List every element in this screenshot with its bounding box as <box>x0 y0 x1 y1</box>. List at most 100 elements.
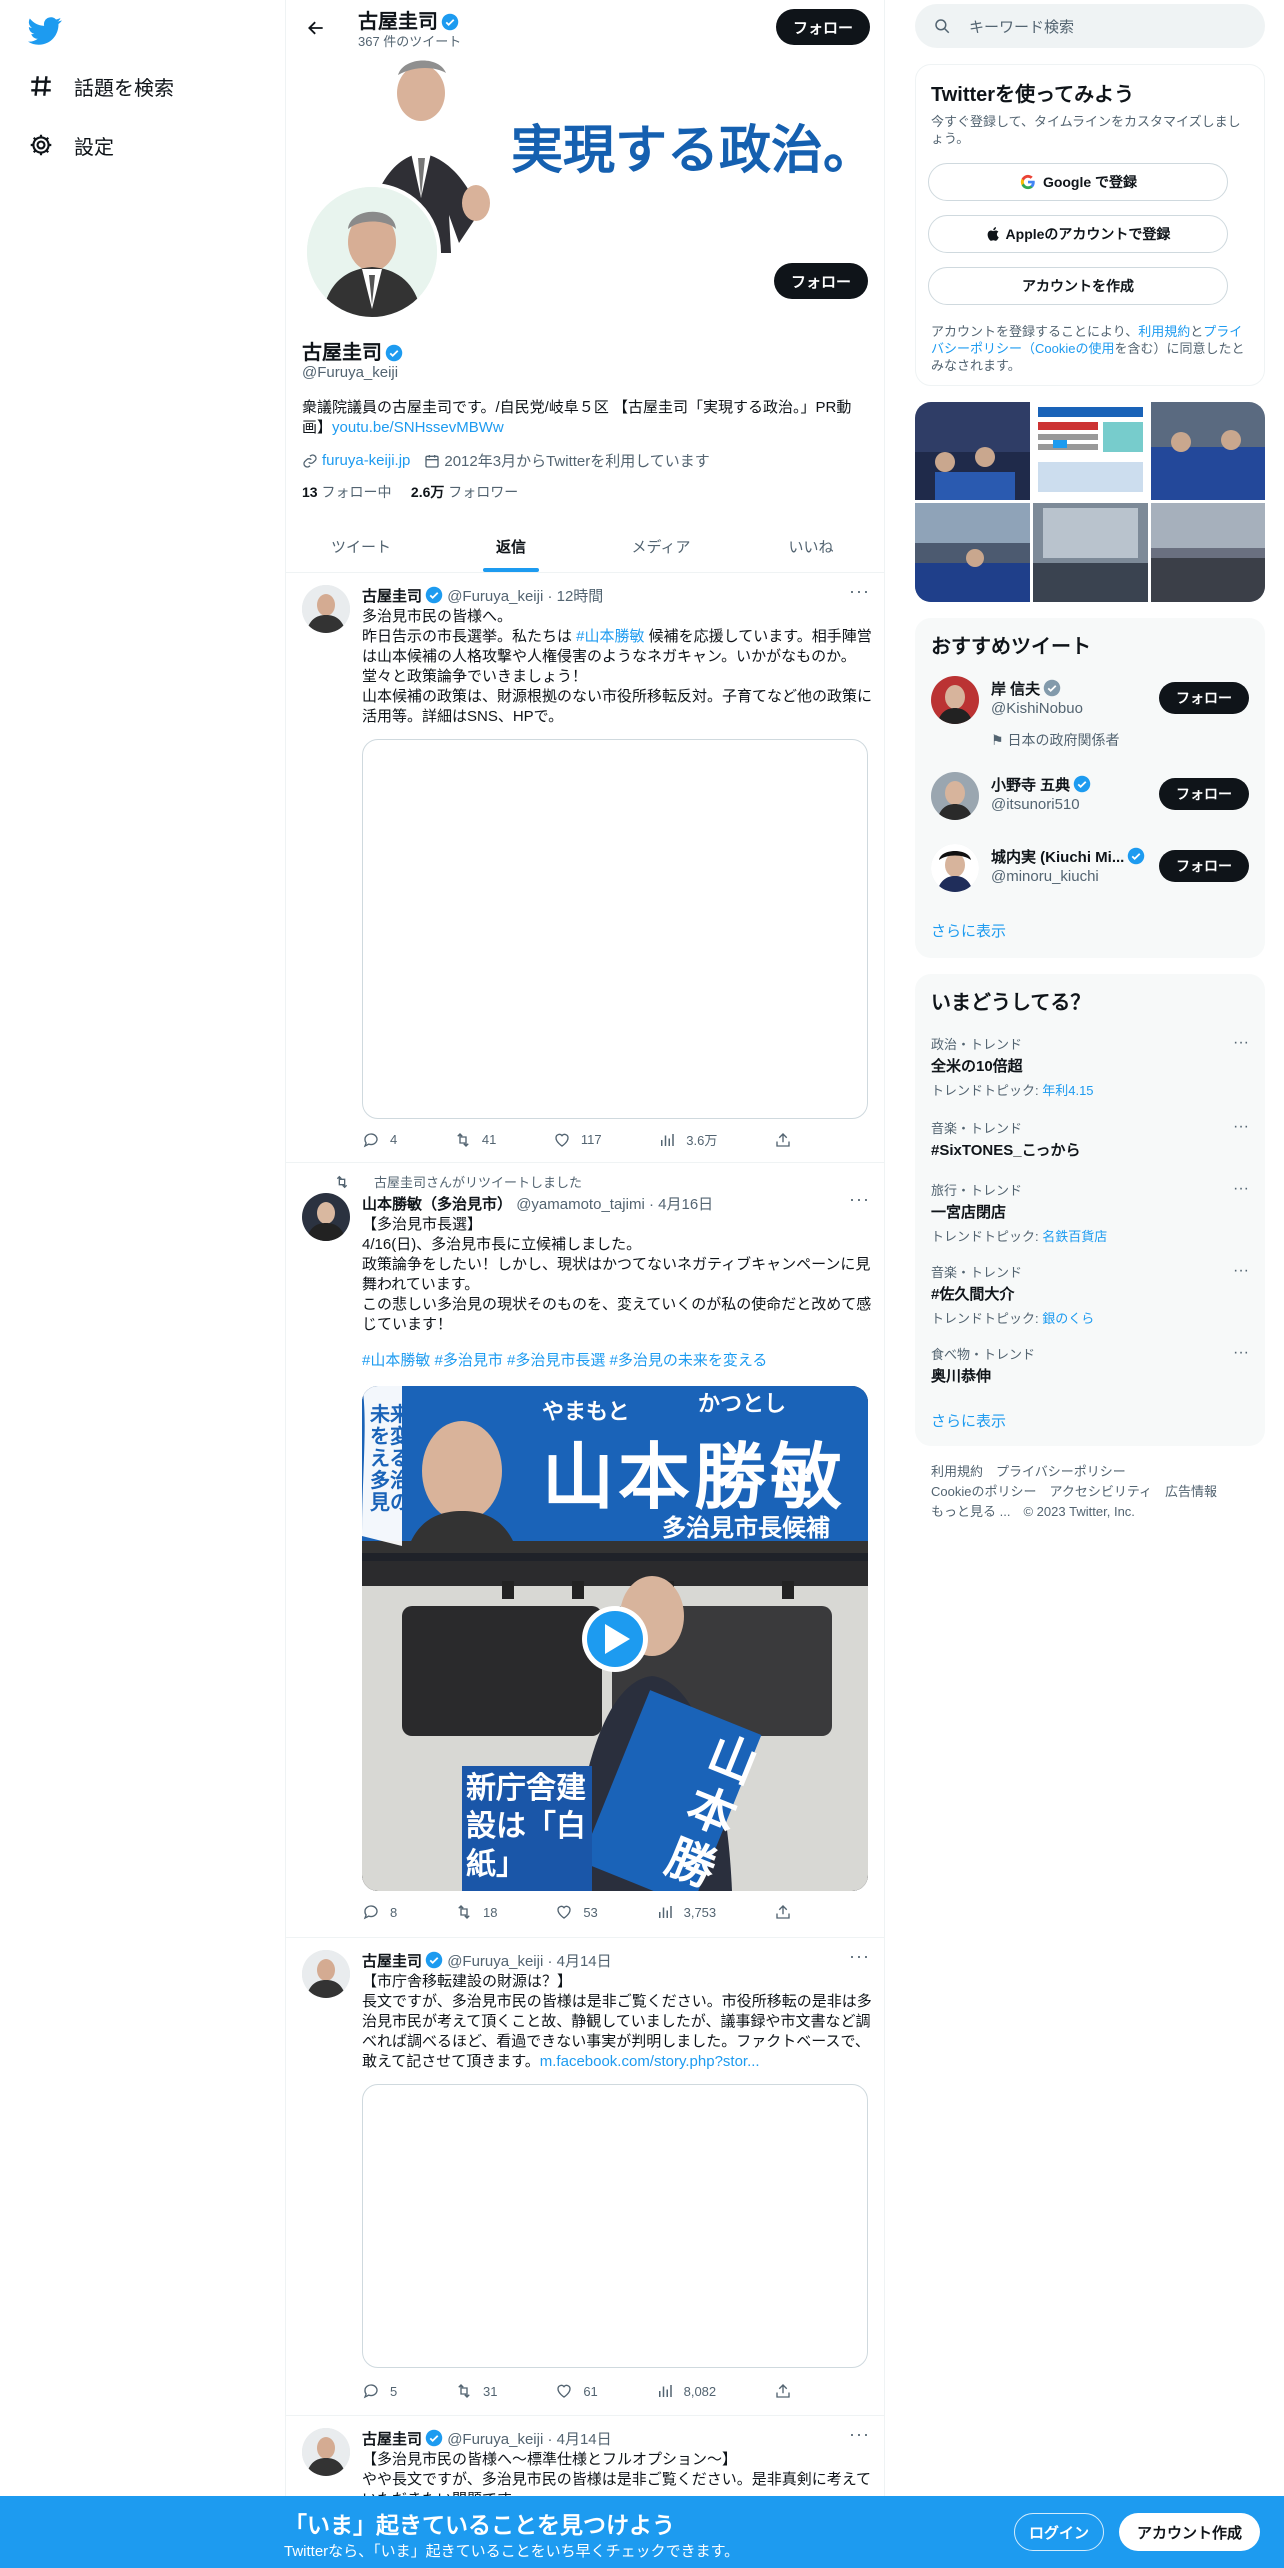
followers-stat[interactable]: 2.6万 フォロワー <box>411 484 518 500</box>
tab-replies[interactable]: 返信 <box>436 520 586 572</box>
search-input[interactable]: キーワード検索 <box>915 4 1265 48</box>
tweet-avatar[interactable] <box>302 585 350 633</box>
facebook-link[interactable]: m.facebook.com/story.php?stor... <box>540 2053 760 2070</box>
avatar[interactable] <box>931 676 979 724</box>
more-icon[interactable]: ··· <box>849 2424 870 2445</box>
more-icon[interactable]: ··· <box>849 1189 870 1210</box>
login-button[interactable]: ログイン <box>1014 2513 1104 2551</box>
share-button[interactable] <box>774 2382 802 2400</box>
google-signup-button[interactable]: Google で登録 <box>928 163 1228 201</box>
create-account-button[interactable]: アカウントを作成 <box>928 267 1228 305</box>
trend-item[interactable]: 政治・トレンド 全米の10倍超 トレンドトピック: 年利4.15 ··· <box>931 1034 1249 1099</box>
bio-link[interactable]: youtu.be/SNHssevMBWw <box>332 419 504 436</box>
tab-likes[interactable]: いいね <box>736 520 884 572</box>
heart-icon <box>557 2384 572 2398</box>
reply-button[interactable]: 8 <box>362 1903 397 1921</box>
profile-name: 古屋圭司 <box>302 336 403 365</box>
views-button[interactable]: 3,753 <box>656 1903 716 1921</box>
nav-settings[interactable]: 設定 <box>28 125 114 165</box>
more-icon[interactable]: ··· <box>1233 1344 1249 1362</box>
suggested-user[interactable]: 岸 信夫 @KishiNobuo フォロー <box>931 676 1249 732</box>
media-thumb[interactable] <box>1151 402 1265 500</box>
reply-button[interactable]: 5 <box>362 2382 397 2400</box>
avatar[interactable] <box>931 772 979 820</box>
tab-tweets[interactable]: ツイート <box>286 520 436 572</box>
verified-badge-icon <box>441 13 459 31</box>
hashtag-links[interactable]: #山本勝敏 #多治見市 #多治見市長選 #多治見の未来を変える <box>362 1352 767 1369</box>
tweet-actions: 4 41 117 3.6万 <box>362 1130 802 1149</box>
suggested-user[interactable]: 小野寺 五典 @itsunori510 フォロー <box>931 772 1249 828</box>
like-button[interactable]: 53 <box>555 1903 598 1921</box>
following-stat[interactable]: 13 フォロー中 <box>302 484 391 500</box>
tab-media[interactable]: メディア <box>586 520 736 572</box>
reply-button[interactable]: 4 <box>362 1130 397 1149</box>
tweet-avatar[interactable] <box>302 1950 350 1998</box>
media-thumb[interactable] <box>1151 503 1265 602</box>
retweet-button[interactable]: 18 <box>455 1903 498 1921</box>
tweet[interactable]: 古屋圭司 @Furuya_keiji · 4月14日 ··· 【市庁舎移転建設の… <box>286 1938 884 2416</box>
nav-settings-label: 設定 <box>74 136 114 159</box>
trend-item[interactable]: 音楽・トレンド #SixTONES_こっから ··· <box>931 1118 1249 1160</box>
views-button[interactable]: 3.6万 <box>658 1130 717 1149</box>
more-icon[interactable]: ··· <box>1233 1034 1249 1052</box>
nav-explore-label: 話題を検索 <box>74 77 174 100</box>
footer-links: 利用規約 プライバシーポリシー Cookieのポリシー アクセシビリティ 広告情… <box>931 1462 1251 1522</box>
trend-item[interactable]: 食べ物・トレンド 奥川恭伸 ··· <box>931 1344 1249 1386</box>
follow-button[interactable]: フォロー <box>1159 682 1249 714</box>
follow-button[interactable]: フォロー <box>1159 778 1249 810</box>
tweet[interactable]: 古屋圭司 @Furuya_keiji · 12時間 ··· 多治見市民の皆様へ。… <box>286 573 884 1163</box>
tweet[interactable]: 古屋圭司さんがリツイートしました 山本勝敏（多治見市） @yamamoto_ta… <box>286 1163 884 1938</box>
views-button[interactable]: 8,082 <box>656 2382 716 2400</box>
retweet-button[interactable]: 41 <box>454 1130 496 1149</box>
show-more-link[interactable]: さらに表示 <box>931 920 1006 941</box>
tweet-text: 【多治見市長選】 4/16(日)、多治見市長に立候補しました。 政策論争をしたい… <box>362 1216 872 1369</box>
media-thumb[interactable] <box>1033 503 1148 602</box>
terms-link[interactable]: 利用規約 <box>1138 324 1190 339</box>
share-button[interactable] <box>774 1130 802 1149</box>
trend-item[interactable]: 音楽・トレンド #佐久間大介 トレンドトピック: 銀のくら ··· <box>931 1262 1249 1327</box>
footer-line[interactable]: Cookieのポリシー アクセシビリティ 広告情報 <box>931 1482 1251 1502</box>
apple-signup-button[interactable]: Appleのアカウントで登録 <box>928 215 1228 253</box>
twitter-bird-icon[interactable] <box>28 14 62 48</box>
media-grid[interactable] <box>915 402 1265 602</box>
media-thumb[interactable] <box>915 503 1030 602</box>
views-chart-icon <box>658 1906 672 1918</box>
more-icon[interactable]: ··· <box>1233 1262 1249 1280</box>
hashtag-link[interactable]: #山本勝敏 <box>576 628 644 645</box>
footer-line[interactable]: 利用規約 プライバシーポリシー <box>931 1462 1251 1482</box>
profile-website[interactable]: furuya-keiji.jp <box>302 452 410 469</box>
more-icon[interactable]: ··· <box>1233 1118 1249 1136</box>
profile-follow-button[interactable]: フォロー <box>774 263 868 299</box>
header-follow-button[interactable]: フォロー <box>776 9 870 45</box>
like-button[interactable]: 117 <box>553 1130 602 1149</box>
join-terms: アカウントを登録することにより、利用規約とプライバシーポリシー（Cookieの使… <box>931 324 1245 373</box>
reply-icon <box>363 1905 378 1920</box>
trend-item[interactable]: 旅行・トレンド 一宮店閉店 トレンドトピック: 名鉄百貨店 ··· <box>931 1180 1249 1245</box>
share-button[interactable] <box>774 1903 802 1921</box>
back-arrow-icon[interactable] <box>300 12 332 44</box>
suggested-user[interactable]: 城内実 (Kiuchi Mi... @minoru_kiuchi フォロー <box>931 844 1249 900</box>
tweet-media-card[interactable] <box>362 2084 868 2368</box>
retweet-button[interactable]: 31 <box>455 2382 498 2400</box>
show-more-link[interactable]: さらに表示 <box>931 1410 1006 1431</box>
more-icon[interactable]: ··· <box>849 581 870 602</box>
tweet-avatar[interactable] <box>302 1193 350 1241</box>
like-button[interactable]: 61 <box>555 2382 598 2400</box>
profile-avatar[interactable] <box>303 183 441 321</box>
verified-badge-icon <box>1073 775 1091 793</box>
nav-explore[interactable]: 話題を検索 <box>28 66 174 106</box>
tweet-media-card[interactable] <box>362 739 868 1119</box>
tweet-avatar[interactable] <box>302 2428 350 2476</box>
media-thumb[interactable] <box>915 402 1030 500</box>
more-icon[interactable]: ··· <box>849 1946 870 1967</box>
footer-line[interactable]: もっと見る ... © 2023 Twitter, Inc. <box>931 1502 1251 1522</box>
tweet-video[interactable]: やまもと かつとし 山本勝敏 多治見市長候補 未来を変える多治見の 山本勝 新庁… <box>362 1386 868 1891</box>
more-icon[interactable]: ··· <box>1233 1180 1249 1198</box>
signup-button[interactable]: アカウント作成 <box>1119 2513 1260 2551</box>
profile-header-bar: 古屋圭司 367 件のツイート フォロー <box>286 0 884 53</box>
share-icon <box>776 1132 790 1147</box>
media-thumb[interactable] <box>1033 402 1148 500</box>
follow-button[interactable]: フォロー <box>1159 850 1249 882</box>
poster-subtitle: 多治見市長候補 <box>662 1515 830 1542</box>
avatar[interactable] <box>931 844 979 892</box>
